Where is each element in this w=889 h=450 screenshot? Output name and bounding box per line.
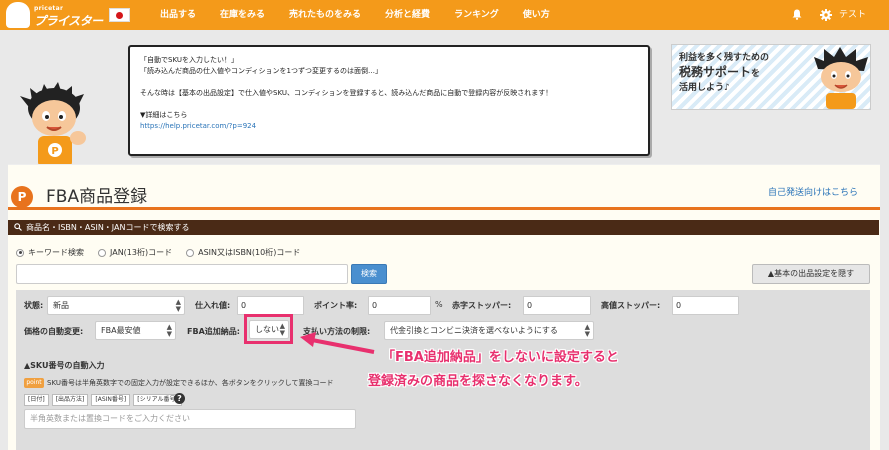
point-rate-label: ポイント率: (314, 301, 358, 310)
banner-line-2-strong: 税務サポート (679, 65, 752, 79)
banner-line-3: 活用しよう♪ (679, 83, 730, 93)
red-stopper-input[interactable]: 0 (523, 296, 591, 315)
gear-icon[interactable] (820, 9, 832, 21)
tax-support-banner[interactable]: 利益を多く残すための 税務サポートを 活用しよう♪ (671, 44, 871, 110)
mascot-illustration: P (20, 82, 86, 168)
pricetar-p-icon: P (11, 186, 33, 208)
cost-label: 仕入れ値: (195, 301, 231, 310)
sku-description: SKU番号は半角英数字での固定入力が設定できるほか、各ボタンをクリックして置換コ… (47, 379, 334, 387)
red-stopper-label: 赤字ストッパー: (452, 301, 512, 310)
banner-mascot-illustration (814, 47, 868, 109)
search-button[interactable]: 検索 (351, 264, 387, 284)
hide-settings-button[interactable]: ▲基本の出品設定を隠す (752, 264, 870, 284)
search-section-header: 商品名・ISBN・ASIN・JANコードで検索する (8, 220, 879, 235)
nav-sold[interactable]: 売れたものをみる (277, 0, 373, 30)
condition-label: 状態: (24, 301, 44, 310)
radio-jan[interactable]: JAN(13桁)コード (98, 247, 172, 258)
page-title: FBA商品登録 (46, 187, 148, 207)
callout-arrow-icon (300, 332, 375, 354)
chip-date[interactable]: [日付] (24, 394, 49, 406)
nav-ranking[interactable]: ランキング (442, 0, 511, 30)
japan-flag-icon[interactable] (109, 8, 130, 22)
chip-asin[interactable]: [ASIN番号] (91, 394, 131, 406)
high-stopper-input[interactable]: 0 (672, 296, 739, 315)
search-section-title: 商品名・ISBN・ASIN・JANコードで検索する (26, 223, 190, 232)
search-icon (14, 223, 22, 231)
svg-text:P: P (51, 146, 58, 157)
nav-analysis[interactable]: 分析と経費 (373, 0, 442, 30)
fba-add-label: FBA追加納品: (187, 327, 240, 336)
logo-mascot-icon (6, 2, 30, 28)
logo-text: プライスター (34, 14, 103, 28)
tip-line-1: 「自動でSKUを入力したい！」 (140, 56, 238, 64)
point-unit: % (435, 300, 443, 309)
self-shipping-link[interactable]: 自己発送向けはこちら (768, 185, 858, 198)
search-type-radio-group: キーワード検索 JAN(13桁)コード ASIN又はISBN(10桁)コード (16, 247, 300, 258)
auto-price-select[interactable]: FBA最安値 ▲ ▼ (95, 321, 176, 340)
point-rate-input[interactable]: 0 (368, 296, 431, 315)
sku-input[interactable]: 半角英数または置換コードをご入力ください (24, 409, 356, 429)
callout-line-2: 登録済みの商品を探さなくなります。 (368, 374, 588, 389)
callout-line-1: 「FBA追加納品」をしないに設定すると (382, 350, 619, 365)
banner-line-2-rest: を (751, 69, 761, 79)
fba-add-highlight-box (244, 314, 293, 344)
auto-price-label: 価格の自動変更: (24, 327, 84, 336)
top-nav-bar: pricetar プライスター 出品する 在庫をみる 売れたものをみる 分析と経… (0, 0, 889, 30)
sku-section-heading[interactable]: ▲SKU番号の自動入力 (24, 360, 104, 371)
bell-icon[interactable] (792, 9, 802, 20)
condition-select[interactable]: 新品 ▲ ▼ (47, 296, 185, 315)
replace-code-buttons: [日付] [出品方法] [ASIN番号] [シリアル番号] (24, 394, 182, 406)
radio-keyword[interactable]: キーワード検索 (16, 247, 84, 258)
chip-listing-method[interactable]: [出品方法] (51, 394, 89, 406)
keyword-search-input[interactable] (16, 264, 348, 284)
cost-input[interactable]: 0 (237, 296, 304, 315)
tip-line-3: そんな時は【基本の出品設定】で仕入値やSKU、コンディションを登録すると、読み込… (140, 89, 553, 97)
tip-speech-bubble: 「自動でSKUを入力したい！」 「読み込んだ商品の仕入値やコンディションを1つず… (128, 45, 650, 156)
logo-small-text: pricetar (34, 5, 64, 12)
banner-line-1: 利益を多く残すための (679, 53, 770, 63)
main-nav: 出品する 在庫をみる 売れたものをみる 分析と経費 ランキング 使い方 (152, 0, 562, 30)
nav-listing[interactable]: 出品する (152, 0, 208, 30)
payment-restriction-select[interactable]: 代金引換とコンビニ決済を選べないようにする ▲ ▼ (384, 321, 594, 340)
radio-asin[interactable]: ASIN又はISBN(10桁)コード (186, 247, 300, 258)
tip-line-4: ▼詳細はこちら (140, 111, 188, 119)
title-divider (8, 207, 880, 210)
help-link[interactable]: https://help.pricetar.com/?p=924 (140, 122, 256, 130)
tip-line-2: 「読み込んだ商品の仕入値やコンディションを1つずつ変更するのは面倒…」 (140, 67, 382, 75)
nav-inventory[interactable]: 在庫をみる (208, 0, 277, 30)
help-icon[interactable]: ? (174, 393, 185, 404)
pricetar-logo[interactable]: pricetar プライスター (6, 2, 106, 28)
user-name[interactable]: テスト (839, 0, 866, 30)
nav-howto[interactable]: 使い方 (511, 0, 562, 30)
high-stopper-label: 高値ストッパー: (601, 301, 661, 310)
point-badge: point (24, 378, 44, 388)
